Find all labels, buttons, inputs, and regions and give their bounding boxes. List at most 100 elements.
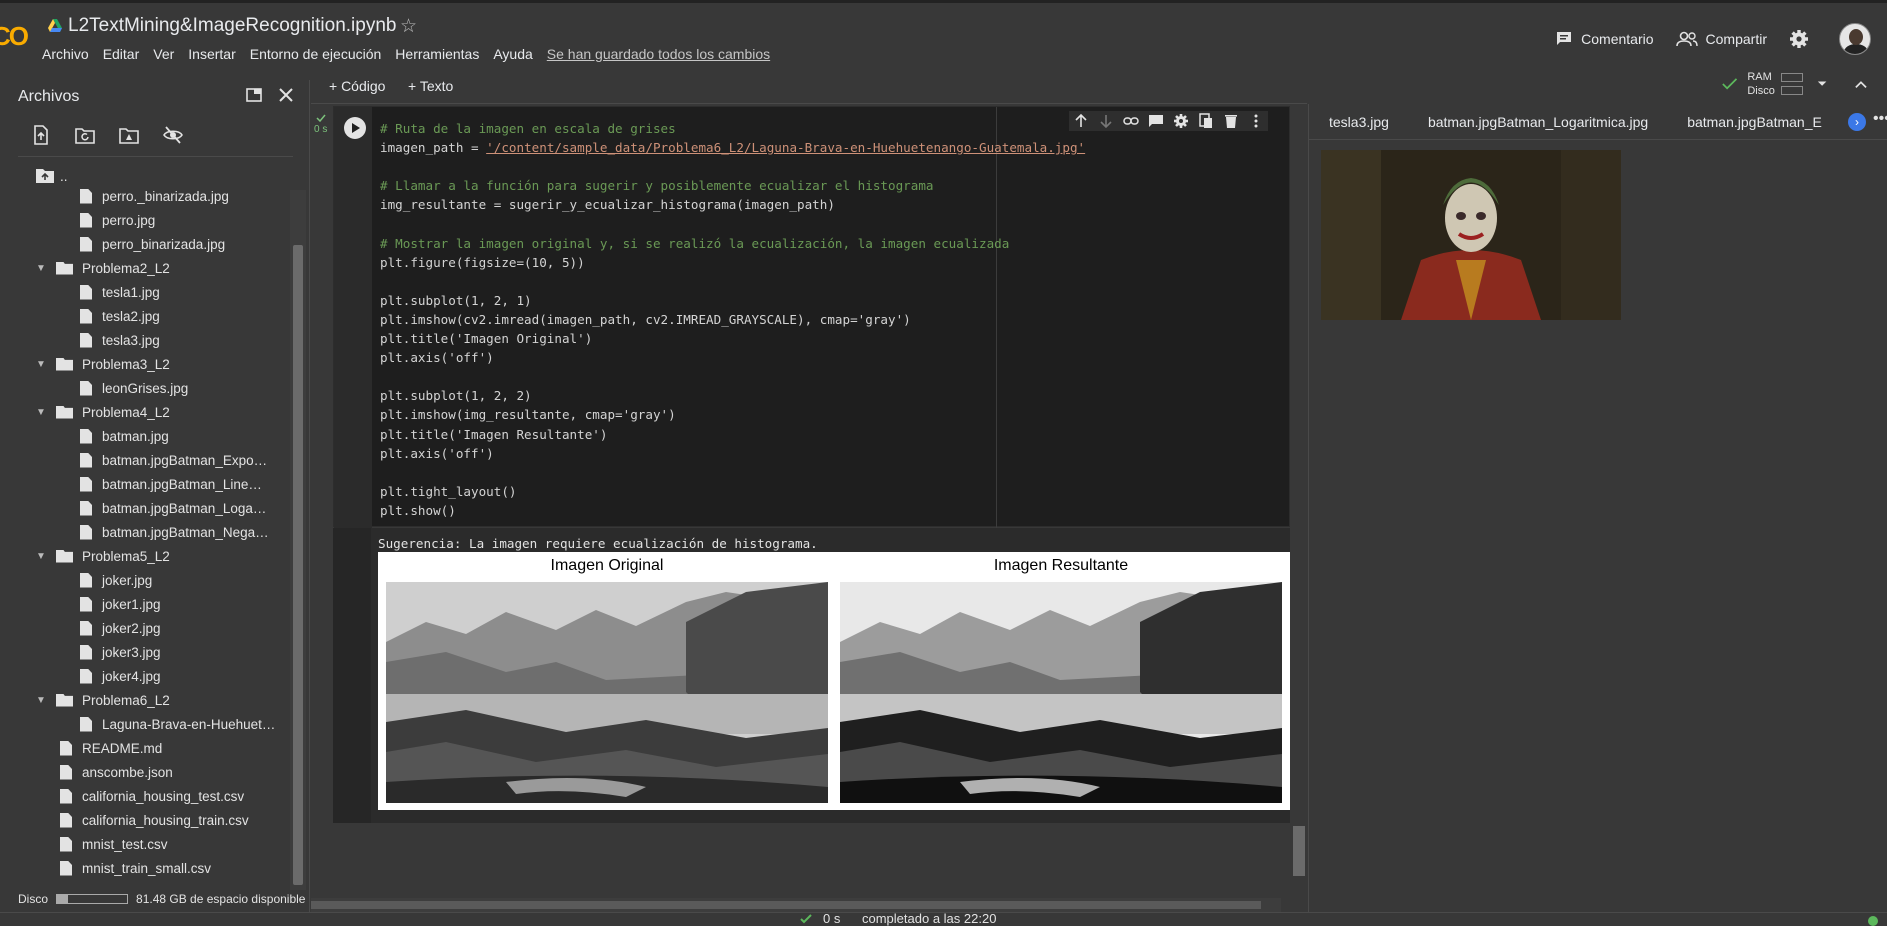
expand-arrow-icon[interactable]: ▼: [36, 551, 48, 562]
tree-item[interactable]: batman.jpg: [80, 424, 169, 448]
open-in-tab-icon[interactable]: [245, 86, 263, 104]
menu-editar[interactable]: Editar: [103, 46, 140, 62]
more-horiz-icon[interactable]: •••: [1873, 110, 1887, 128]
tree-item-label: batman.jpgBatman_Line…: [102, 476, 262, 492]
tree-item[interactable]: joker4.jpg: [80, 664, 161, 688]
tree-item[interactable]: README.md: [60, 736, 162, 760]
parent-dir-row[interactable]: ..: [36, 164, 68, 188]
tree-item[interactable]: tesla3.jpg: [80, 328, 160, 352]
comment-button[interactable]: Comentario: [1555, 30, 1654, 48]
resources-indicator[interactable]: RAM Disco: [1722, 70, 1867, 98]
run-cell-button[interactable]: [344, 117, 366, 139]
refresh-folder-icon[interactable]: [74, 124, 96, 146]
tree-item[interactable]: joker1.jpg: [80, 592, 161, 616]
link-icon[interactable]: [1123, 113, 1139, 129]
file-icon: [80, 236, 92, 252]
comment-icon[interactable]: [1148, 113, 1164, 129]
ram-label: RAM: [1747, 71, 1772, 83]
chevron-up-icon[interactable]: [1855, 79, 1867, 89]
files-panel-title: Archivos: [18, 88, 80, 105]
tree-item[interactable]: joker3.jpg: [80, 640, 161, 664]
notebook-h-scrollbar[interactable]: [311, 898, 1281, 912]
gear-icon[interactable]: [1173, 113, 1189, 129]
expand-arrow-icon[interactable]: ▼: [36, 263, 48, 274]
tree-item[interactable]: mnist_test.csv: [60, 832, 168, 856]
menu-herramientas[interactable]: Herramientas: [395, 46, 479, 62]
next-tab-arrow-icon[interactable]: ›: [1848, 113, 1866, 131]
tree-item[interactable]: perro._binarizada.jpg: [80, 184, 229, 208]
add-code-button[interactable]: + Código: [329, 78, 385, 94]
tree-folder[interactable]: ▼ Problema3_L2: [36, 352, 170, 376]
tree-item[interactable]: california_housing_test.csv: [60, 784, 244, 808]
file-icon: [80, 428, 92, 444]
code-line: plt.subplot(1, 2, 1): [380, 292, 532, 308]
ram-bar: [1780, 73, 1803, 82]
tree-item[interactable]: batman.jpgBatman_Loga…: [80, 496, 266, 520]
people-icon: [1675, 31, 1698, 47]
tab-batman-e[interactable]: batman.jpgBatman_E: [1667, 104, 1841, 139]
move-down-icon[interactable]: [1098, 113, 1114, 129]
expand-arrow-icon[interactable]: ▼: [36, 359, 48, 370]
tree-item[interactable]: leonGrises.jpg: [80, 376, 188, 400]
avatar[interactable]: [1839, 23, 1871, 55]
h-scrollbar-thumb[interactable]: [311, 901, 1261, 909]
star-icon[interactable]: ☆: [400, 15, 417, 38]
code-line: plt.subplot(1, 2, 2): [380, 388, 532, 404]
chevron-down-icon[interactable]: [1817, 80, 1827, 88]
notebook-scrollbar-thumb[interactable]: [1293, 826, 1305, 876]
colab-logo[interactable]: CO: [0, 21, 29, 52]
menu-ver[interactable]: Ver: [153, 46, 174, 62]
tree-item[interactable]: california_housing_train.csv: [60, 808, 249, 832]
settings-button[interactable]: [1789, 29, 1817, 49]
tree-item[interactable]: perro_binarizada.jpg: [80, 232, 225, 256]
mirror-cell-icon[interactable]: [1198, 113, 1214, 129]
notebook-title[interactable]: L2TextMining&ImageRecognition.ipynb: [68, 15, 396, 37]
code-editor[interactable]: # Ruta de la imagen en escala de grises i…: [380, 119, 1085, 520]
files-scrollbar[interactable]: [290, 190, 306, 890]
code-cell[interactable]: # Ruta de la imagen en escala de grises i…: [333, 106, 1290, 528]
upload-file-icon[interactable]: [30, 124, 52, 146]
tree-item[interactable]: anscombe.json: [60, 760, 173, 784]
tab-tesla3[interactable]: tesla3.jpg: [1309, 104, 1408, 139]
tree-item[interactable]: batman.jpgBatman_Expo…: [80, 448, 267, 472]
share-button[interactable]: Compartir: [1675, 31, 1767, 47]
tree-item-label: batman.jpg: [102, 428, 169, 444]
tree-folder[interactable]: ▼ Problema4_L2: [36, 400, 170, 424]
mount-drive-icon[interactable]: [118, 124, 140, 146]
add-text-button[interactable]: + Texto: [408, 78, 453, 94]
menu-entorno[interactable]: Entorno de ejecución: [250, 46, 382, 62]
tree-item-label: Laguna-Brava-en-Huehuet…: [102, 716, 276, 732]
menu-archivo[interactable]: Archivo: [42, 46, 89, 62]
saved-status-link[interactable]: Se han guardado todos los cambios: [547, 46, 770, 62]
expand-arrow-icon[interactable]: ▼: [36, 695, 48, 706]
hide-files-icon[interactable]: [162, 124, 184, 146]
original-image: [386, 582, 828, 803]
status-bar: 0 s completado a las 22:20: [0, 911, 1887, 926]
tree-folder[interactable]: ▼ Problema5_L2: [36, 544, 170, 568]
cell-output: Sugerencia: La imagen requiere ecualizac…: [333, 528, 1290, 823]
tree-item[interactable]: batman.jpgBatman_Nega…: [80, 520, 269, 544]
tree-item[interactable]: joker.jpg: [80, 568, 152, 592]
tree-item[interactable]: Laguna-Brava-en-Huehuet…: [80, 712, 275, 736]
tree-item[interactable]: joker2.jpg: [80, 616, 161, 640]
file-icon: [80, 284, 92, 300]
delete-icon[interactable]: [1223, 113, 1239, 129]
files-scrollbar-thumb[interactable]: [293, 245, 303, 885]
expand-arrow-icon[interactable]: ▼: [36, 407, 48, 418]
tree-item[interactable]: batman.jpgBatman_Line…: [80, 472, 262, 496]
tab-batman-logaritmica[interactable]: batman.jpgBatman_Logaritmica.jpg: [1408, 104, 1667, 139]
tree-item[interactable]: mnist_train_small.csv: [60, 856, 211, 880]
tree-item[interactable]: perro.jpg: [80, 208, 155, 232]
code-string: '/content/sample_data/Problema6_L2/Lagun…: [486, 140, 1086, 156]
top-bar: CO L2TextMining&ImageRecognition.ipynb ☆…: [0, 0, 1887, 68]
disk-free: 81.48 GB de espacio disponible: [136, 892, 306, 906]
more-vert-icon[interactable]: [1248, 113, 1264, 129]
move-up-icon[interactable]: [1073, 113, 1089, 129]
tree-item[interactable]: tesla1.jpg: [80, 280, 160, 304]
tree-folder[interactable]: ▼ Problema6_L2: [36, 688, 170, 712]
menu-insertar[interactable]: Insertar: [188, 46, 235, 62]
tree-folder[interactable]: ▼ Problema2_L2: [36, 256, 170, 280]
menu-ayuda[interactable]: Ayuda: [493, 46, 532, 62]
tree-item[interactable]: tesla2.jpg: [80, 304, 160, 328]
close-icon[interactable]: [277, 86, 295, 104]
